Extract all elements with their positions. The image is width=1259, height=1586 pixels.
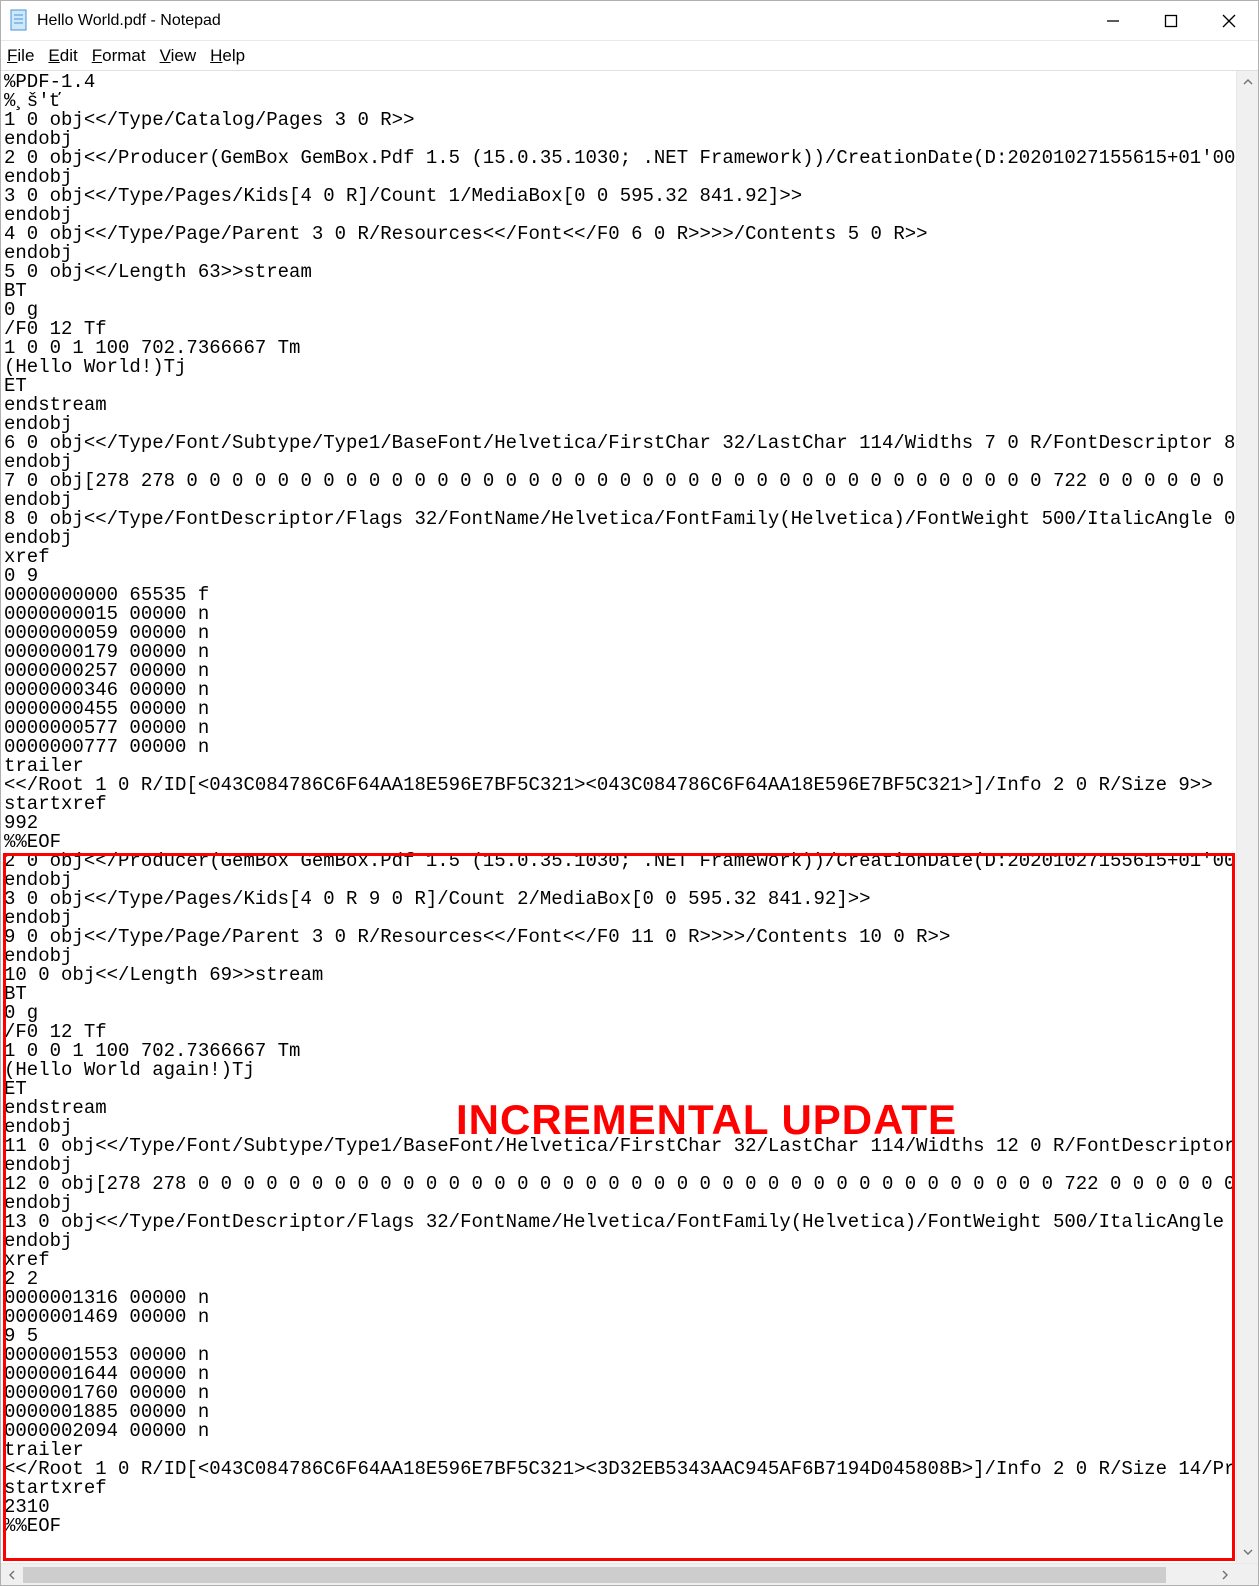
minimize-button[interactable]	[1084, 1, 1142, 41]
hscroll-track[interactable]	[23, 1564, 1214, 1585]
window-title: Hello World.pdf - Notepad	[37, 12, 221, 30]
scroll-left-icon[interactable]	[1, 1564, 23, 1585]
vertical-scrollbar[interactable]	[1236, 71, 1258, 1563]
menu-help-rest: elp	[222, 46, 245, 65]
vscroll-track[interactable]	[1237, 93, 1258, 1541]
notepad-icon	[9, 9, 29, 33]
scroll-right-icon[interactable]	[1214, 1564, 1236, 1585]
scroll-down-icon[interactable]	[1237, 1541, 1258, 1563]
menu-file-rest: ile	[17, 46, 34, 65]
close-button[interactable]	[1200, 1, 1258, 41]
content-wrap: %PDF-1.4 %¸š'ť 1 0 obj<</Type/Catalog/Pa…	[1, 71, 1258, 1563]
hscroll-thumb[interactable]	[23, 1567, 1166, 1583]
titlebar: Hello World.pdf - Notepad	[1, 1, 1258, 41]
menu-edit-rest: dit	[60, 46, 78, 65]
menu-help[interactable]: Help	[210, 46, 245, 66]
menu-view-rest: iew	[171, 46, 197, 65]
menu-view[interactable]: View	[160, 46, 197, 66]
menu-format[interactable]: Format	[92, 46, 146, 66]
scroll-up-icon[interactable]	[1237, 71, 1258, 93]
menubar: File Edit Format View Help	[1, 41, 1258, 71]
menu-format-rest: ormat	[102, 46, 145, 65]
menu-edit[interactable]: Edit	[48, 46, 77, 66]
maximize-button[interactable]	[1142, 1, 1200, 41]
resize-grip[interactable]	[1236, 1564, 1258, 1585]
notepad-window: Hello World.pdf - Notepad File Edit Form…	[0, 0, 1259, 1586]
horizontal-scrollbar[interactable]	[1, 1563, 1258, 1585]
text-editor[interactable]: %PDF-1.4 %¸š'ť 1 0 obj<</Type/Catalog/Pa…	[1, 71, 1236, 1563]
menu-file[interactable]: File	[7, 46, 34, 66]
